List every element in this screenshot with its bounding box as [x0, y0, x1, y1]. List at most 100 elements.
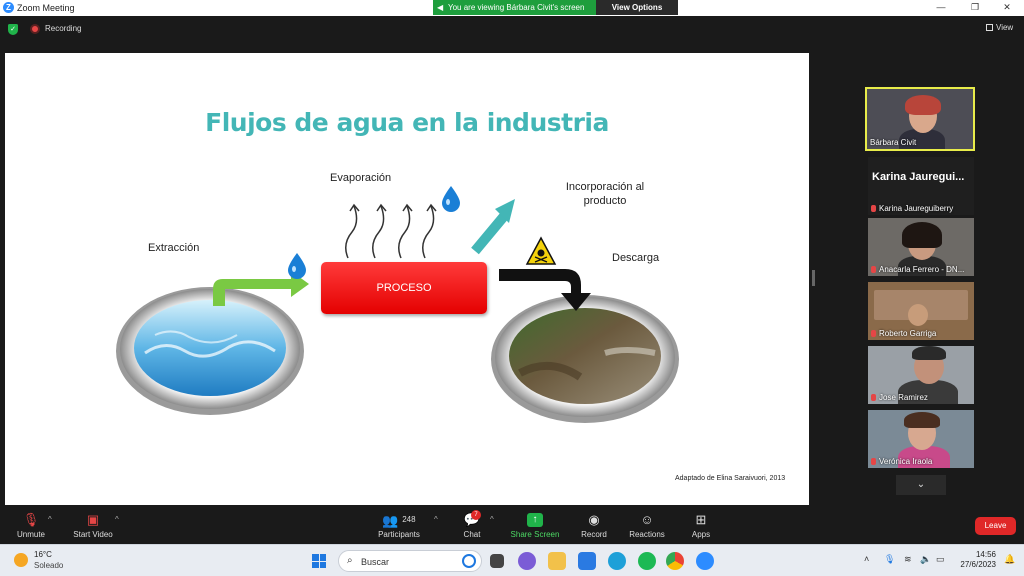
- participant-fullname: Jose Ramirez: [879, 393, 928, 402]
- muted-mic-icon: [871, 458, 876, 465]
- slide-credit: Adaptado de Elina Saraivuori, 2013: [675, 475, 786, 482]
- water-drop-icon: [288, 253, 306, 279]
- record-button[interactable]: ◉ Record: [578, 512, 610, 540]
- product-incorporation-line2: producto: [583, 195, 627, 207]
- participant-tile[interactable]: Bárbara Civit: [865, 87, 975, 151]
- scroll-down-button[interactable]: ⌄: [896, 475, 946, 495]
- store-icon[interactable]: [578, 552, 596, 570]
- chat-options-caret-icon[interactable]: ^: [490, 515, 494, 524]
- apps-label: Apps: [691, 530, 711, 539]
- security-shield-icon[interactable]: ✓: [8, 24, 18, 35]
- wifi-icon[interactable]: ≋: [904, 554, 912, 565]
- notification-bell-icon[interactable]: 🔔: [1004, 554, 1015, 565]
- product-arrow: [471, 199, 515, 255]
- muted-mic-icon: [871, 330, 876, 337]
- view-label: View: [996, 23, 1014, 32]
- participant-name: Jose Ramirez: [871, 393, 928, 402]
- tray-mic-icon[interactable]: 🎙: [884, 554, 895, 565]
- discharge-label: Descarga: [612, 252, 660, 264]
- close-button[interactable]: ✕: [1000, 1, 1014, 14]
- participants-count: 248: [402, 515, 416, 524]
- bing-icon: [462, 554, 476, 568]
- participant-fullname: Verónica Iraola: [879, 457, 933, 466]
- meeting-top-strip: ✓ Recording View: [0, 16, 1024, 50]
- teams-chat-icon[interactable]: [518, 552, 536, 570]
- muted-microphone-icon: 🎙: [22, 512, 40, 527]
- share-screen-icon: ↑: [527, 513, 543, 527]
- toxic-hazard-icon: [525, 236, 557, 265]
- participant-name: Roberto Garriga: [871, 329, 936, 338]
- reactions-label: Reactions: [629, 530, 665, 539]
- reactions-button[interactable]: ☺ Reactions: [626, 513, 668, 540]
- audio-options-caret-icon[interactable]: ^: [48, 515, 52, 524]
- participants-label: Participants: [378, 530, 420, 539]
- record-icon: ◉: [588, 512, 600, 527]
- participant-tile[interactable]: Anacarla Ferrero - DN...: [868, 218, 974, 276]
- participant-name: Anacarla Ferrero - DN...: [871, 265, 964, 274]
- process-box: PROCESO: [321, 262, 487, 314]
- spotify-icon[interactable]: [638, 552, 656, 570]
- leave-button[interactable]: Leave: [975, 517, 1016, 535]
- start-video-label: Start Video: [73, 530, 113, 539]
- evaporation-label: Evaporación: [330, 172, 392, 184]
- participant-tile[interactable]: Karina Jauregui... Karina Jaureguiberry: [868, 157, 974, 215]
- record-label: Record: [581, 530, 607, 539]
- file-explorer-icon[interactable]: [548, 552, 566, 570]
- volume-muted-icon[interactable]: 🔈: [920, 554, 931, 565]
- panel-resize-handle[interactable]: [812, 270, 815, 286]
- participants-icon: 👥 248: [382, 513, 416, 528]
- muted-mic-icon: [871, 205, 876, 212]
- search-placeholder: Buscar: [361, 557, 390, 567]
- view-options-button[interactable]: View Options: [596, 0, 678, 15]
- apps-icon: ⊞: [695, 512, 707, 527]
- grid-icon: [986, 24, 993, 31]
- share-screen-label: Share Screen: [510, 530, 560, 539]
- chevron-down-icon: ⌄: [916, 479, 926, 490]
- evaporation-arrows: [345, 203, 437, 259]
- discharge-river-image: [491, 295, 679, 423]
- search-icon: ⌕: [347, 555, 353, 566]
- participant-fullname: Anacarla Ferrero - DN...: [879, 265, 965, 274]
- unmute-button[interactable]: 🎙 Unmute: [14, 512, 48, 540]
- water-source-image: [116, 287, 304, 415]
- edge-browser-icon[interactable]: [608, 552, 626, 570]
- unmute-label: Unmute: [16, 530, 45, 539]
- maximize-button[interactable]: ❐: [968, 1, 982, 14]
- participant-tile[interactable]: Roberto Garriga: [868, 282, 974, 340]
- view-button[interactable]: View: [986, 23, 1013, 32]
- evaporation-drop-icon: [442, 186, 460, 212]
- weather-temperature: 16°C: [34, 550, 52, 559]
- participant-name: Verónica Iraola: [871, 457, 932, 466]
- chrome-browser-icon[interactable]: [666, 552, 684, 570]
- weather-condition: Soleado: [34, 561, 64, 570]
- shared-screen-slide: Flujos de agua en la industria Extracció…: [5, 53, 809, 505]
- extraction-label: Extracción: [148, 242, 200, 254]
- apps-button[interactable]: ⊞ Apps: [688, 512, 714, 540]
- participants-options-caret-icon[interactable]: ^: [434, 515, 438, 524]
- participant-name: Bárbara Civit: [870, 138, 917, 147]
- zoom-app-icon[interactable]: [696, 552, 714, 570]
- minimize-button[interactable]: —: [934, 1, 948, 14]
- video-options-caret-icon[interactable]: ^: [115, 515, 119, 524]
- participant-tile[interactable]: Jose Ramirez: [868, 346, 974, 404]
- participants-button[interactable]: 👥 248 Participants: [376, 513, 422, 540]
- window-title: Zoom Meeting: [17, 3, 75, 13]
- battery-icon[interactable]: ▭: [936, 554, 945, 565]
- windows-start-icon[interactable]: [312, 554, 326, 568]
- chat-badge: 7: [471, 510, 481, 520]
- share-screen-button[interactable]: ↑ Share Screen: [508, 513, 562, 539]
- chat-button[interactable]: 💬 7 Chat: [458, 510, 486, 539]
- chat-label: Chat: [463, 530, 481, 539]
- weather-sun-icon[interactable]: [14, 553, 28, 567]
- participant-tile[interactable]: Verónica Iraola: [868, 410, 974, 468]
- start-video-button[interactable]: ▣ Start Video: [70, 512, 116, 540]
- recording-label: Recording: [45, 24, 82, 33]
- video-off-icon: ▣: [86, 512, 100, 527]
- taskbar-clock[interactable]: 14:56 27/6/2023: [954, 550, 996, 570]
- meeting-toolbar: 🎙 Unmute ^ ▣ Start Video ^ 👥 248 Partici…: [0, 507, 1024, 544]
- chat-icon: 💬 7: [463, 510, 481, 527]
- viewing-message: You are viewing Bárbara Civit's screen: [448, 3, 585, 12]
- taskbar-search[interactable]: ⌕ Buscar: [338, 550, 482, 572]
- task-view-icon[interactable]: [490, 554, 504, 568]
- tray-chevron-up-icon[interactable]: ˄: [864, 554, 869, 564]
